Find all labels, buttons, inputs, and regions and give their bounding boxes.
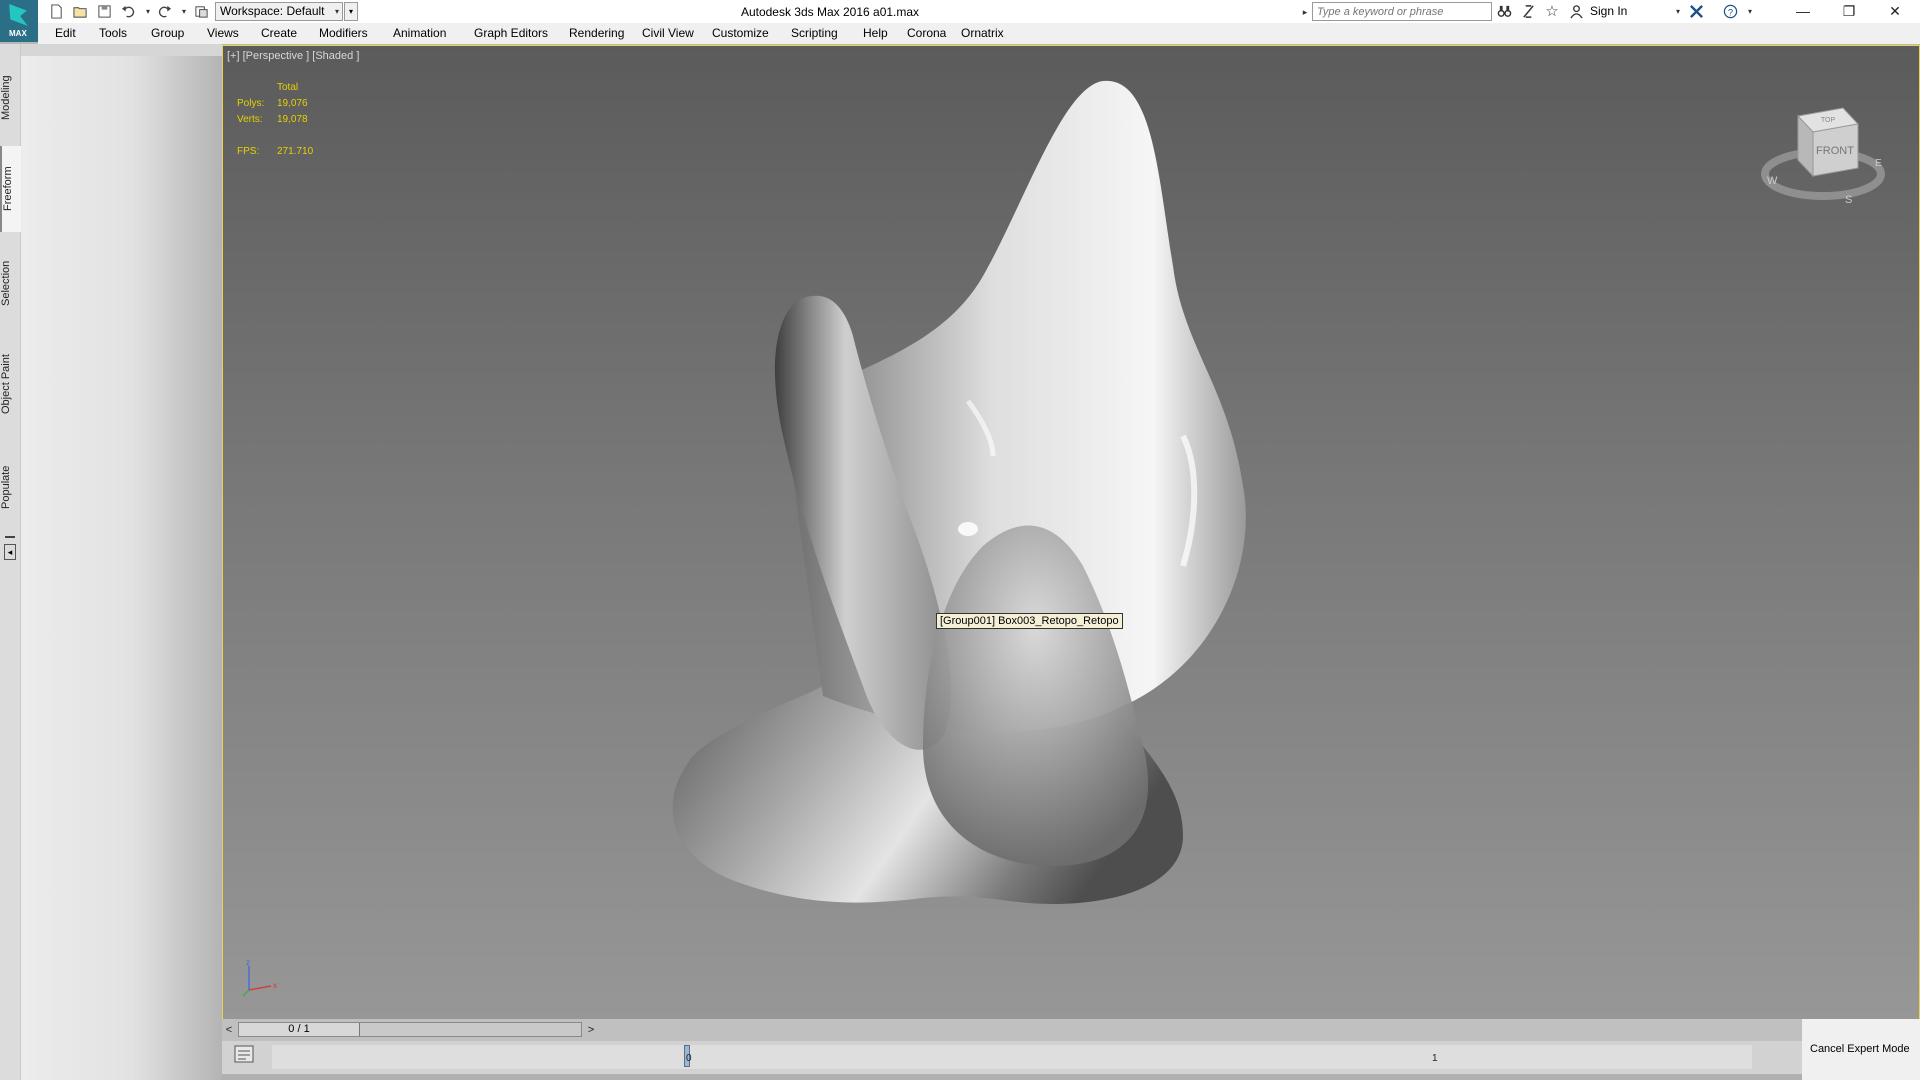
viewcube-front-label: FRONT <box>1816 145 1854 157</box>
ribbon-panel <box>21 56 222 1080</box>
ribbon-tab-strip: Modeling Freeform Selection Object Paint… <box>0 44 22 1080</box>
menu-rendering[interactable]: Rendering <box>569 26 624 40</box>
track-bar: 0 1 <box>222 1041 1802 1074</box>
title-bar: MAX ▾ ▾ Workspace: Default ▾ ▾ Autodesk … <box>0 0 1920 42</box>
status-bar <box>222 1074 1802 1080</box>
time-next-button[interactable]: > <box>584 1022 598 1038</box>
menu-bar: Edit Tools Group Views Create Modifiers … <box>38 23 1920 44</box>
menu-animation[interactable]: Animation <box>393 26 446 40</box>
time-prev-button[interactable]: < <box>222 1022 236 1038</box>
compass-west-label: W <box>1767 175 1778 187</box>
stats-total-label: Total <box>277 82 299 93</box>
menu-group[interactable]: Group <box>151 26 184 40</box>
object-name-tooltip: [Group001] Box003_Retopo_Retopo <box>936 613 1123 629</box>
compass-east-label: E <box>1875 158 1882 169</box>
mini-curve-editor-icon[interactable] <box>234 1045 254 1063</box>
menu-tools[interactable]: Tools <box>99 26 127 40</box>
ribbon-header <box>21 44 222 56</box>
menu-ornatrix[interactable]: Ornatrix <box>961 26 1004 40</box>
ribbon-grip-icon <box>5 536 15 538</box>
minimize-button[interactable]: — <box>1780 0 1826 23</box>
stats-fps-value: 271.710 <box>277 146 314 157</box>
subscription-icon[interactable] <box>1520 3 1536 19</box>
menu-edit[interactable]: Edit <box>55 26 76 40</box>
sign-in-dropdown-icon[interactable]: ▾ <box>1670 3 1686 19</box>
viewcube-top-label: TOP <box>1821 117 1836 124</box>
menu-customize[interactable]: Customize <box>712 26 769 40</box>
svg-text:?: ? <box>1727 7 1732 17</box>
menu-corona[interactable]: Corona <box>907 26 946 40</box>
favorites-star-icon[interactable]: ☆ <box>1544 3 1560 20</box>
stats-fps-label: FPS: <box>237 146 260 157</box>
axis-tripod: z x <box>242 958 277 997</box>
stats-verts-label: Verts: <box>237 114 263 125</box>
exchange-apps-icon[interactable] <box>1688 3 1704 19</box>
compass-south-label: S <box>1845 194 1852 206</box>
menu-create[interactable]: Create <box>261 26 297 40</box>
menu-civil-view[interactable]: Civil View <box>642 26 694 40</box>
track-tick-start: 0 <box>686 1053 692 1064</box>
ribbon-tab-selection[interactable]: Selection <box>0 240 20 326</box>
ribbon-tab-modeling[interactable]: Modeling <box>0 58 20 138</box>
time-slider-thumb[interactable]: 0 / 1 <box>239 1023 360 1036</box>
user-icon[interactable] <box>1568 3 1584 19</box>
viewcube[interactable]: FRONT TOP W S E <box>1753 86 1893 206</box>
help-icon[interactable]: ? <box>1722 3 1738 19</box>
menu-help[interactable]: Help <box>863 26 888 40</box>
search-input[interactable] <box>1312 2 1492 21</box>
stats-verts-value: 19,078 <box>277 114 308 125</box>
time-slider[interactable]: 0 / 1 <box>238 1022 582 1037</box>
ribbon-tab-populate[interactable]: Populate <box>0 442 20 532</box>
track-bar-timeline[interactable]: 0 1 <box>272 1045 1752 1069</box>
binoculars-icon[interactable] <box>1496 3 1512 19</box>
track-tick-end: 1 <box>1432 1053 1438 1064</box>
help-dropdown-icon[interactable]: ▾ <box>1742 3 1758 19</box>
menu-modifiers[interactable]: Modifiers <box>319 26 368 40</box>
perspective-viewport[interactable]: [+] [Perspective ] [Shaded ] Total Polys… <box>222 45 1920 1020</box>
sign-in-link[interactable]: Sign In <box>1590 4 1627 18</box>
menu-views[interactable]: Views <box>207 26 239 40</box>
stats-polys-value: 19,076 <box>277 98 308 109</box>
ribbon-tab-object-paint[interactable]: Object Paint <box>0 334 20 434</box>
ribbon-tab-freeform[interactable]: Freeform <box>0 146 22 232</box>
logo-text: MAX <box>9 29 27 38</box>
viewport-label-menu[interactable]: [+] [Perspective ] [Shaded ] <box>227 50 359 62</box>
status-panel: Cancel Expert Mode <box>1802 1019 1920 1080</box>
cancel-expert-mode-button[interactable]: Cancel Expert Mode <box>1810 1043 1910 1055</box>
3d-mesh-object[interactable] <box>223 46 1919 1019</box>
menu-scripting[interactable]: Scripting <box>791 26 838 40</box>
search-expand-icon[interactable]: ▸ <box>1300 3 1310 21</box>
time-slider-bar: < 0 / 1 > <box>222 1019 1802 1041</box>
menu-graph-editors[interactable]: Graph Editors <box>474 26 548 40</box>
ribbon-toggle-icon[interactable]: ◂ <box>4 544 16 560</box>
stats-polys-label: Polys: <box>237 98 265 109</box>
axis-z-label: z <box>246 958 250 967</box>
restore-button[interactable]: ❐ <box>1826 0 1872 23</box>
close-button[interactable]: ✕ <box>1872 0 1918 23</box>
axis-x-label: x <box>273 981 277 990</box>
